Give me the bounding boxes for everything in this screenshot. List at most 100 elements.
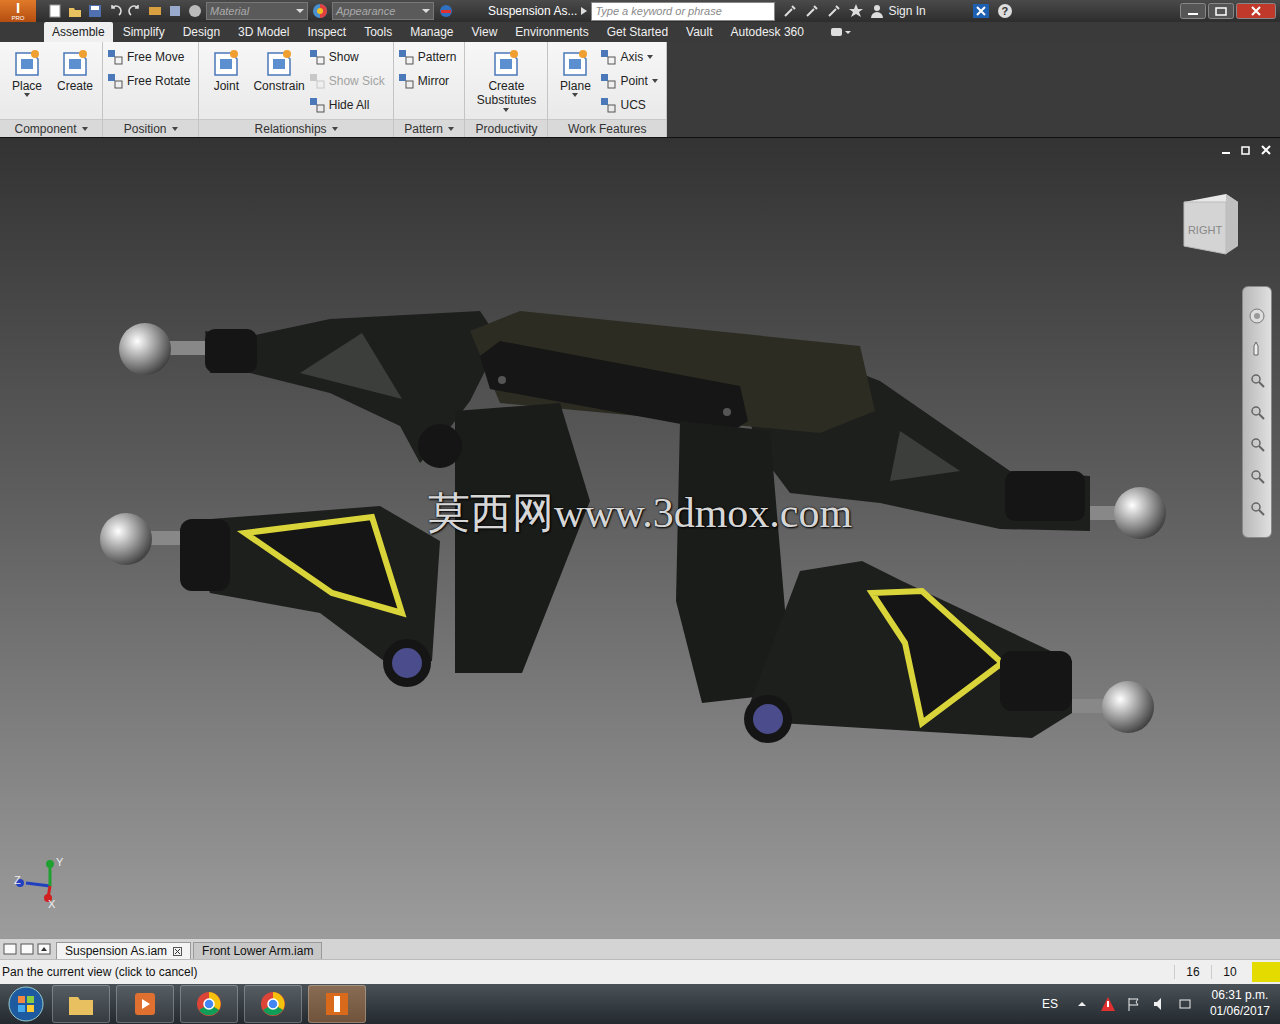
tool-label: Axis <box>620 50 643 64</box>
appearance-dropdown[interactable]: Appearance <box>332 2 434 20</box>
close-icon[interactable] <box>1236 3 1276 19</box>
small-tool-button[interactable]: Mirror <box>398 69 461 93</box>
nav-tool-icon[interactable] <box>1248 403 1266 421</box>
tab-tool-icon[interactable] <box>19 942 35 956</box>
small-tool-button[interactable]: Show Sick <box>309 69 389 93</box>
minimize-icon[interactable] <box>1220 144 1232 156</box>
taskbar-app[interactable] <box>52 985 110 1023</box>
panel-title[interactable]: Position <box>103 119 198 137</box>
start-icon[interactable] <box>6 984 46 1024</box>
panel-title[interactable]: Component <box>0 119 102 137</box>
tray-icon[interactable] <box>1074 996 1090 1012</box>
quick-tool-icon[interactable] <box>167 3 183 19</box>
clock[interactable]: 06:31 p.m. 01/06/2017 <box>1210 988 1270 1019</box>
panel-title[interactable]: Pattern <box>394 119 465 137</box>
tray-icon[interactable] <box>1100 996 1116 1012</box>
app-icon <box>194 989 224 1019</box>
minimize-icon[interactable] <box>1180 3 1206 19</box>
nav-tool-icon[interactable] <box>1248 435 1266 453</box>
large-tool-button[interactable]: Joint <box>203 45 249 95</box>
expand-arrow-icon[interactable] <box>580 6 588 16</box>
language-indicator[interactable]: ES <box>1042 997 1058 1011</box>
quick-tool-icon[interactable] <box>147 3 163 19</box>
quick-tool-icon[interactable] <box>187 3 203 19</box>
inventor-window: I PRO Material Appearance Suspension As.… <box>0 0 1280 1024</box>
tab-tool-icon[interactable] <box>36 942 52 956</box>
close-tab-icon[interactable] <box>173 947 182 956</box>
panel-title[interactable]: Work Features <box>548 119 665 137</box>
small-tool-button[interactable]: Hide All <box>309 93 389 117</box>
ribbon-tab[interactable]: 3D Model <box>230 22 297 42</box>
small-tool-button[interactable]: Point <box>600 69 661 93</box>
large-tool-button[interactable]: Constrain <box>251 45 306 95</box>
info-tool-icon[interactable] <box>826 3 842 19</box>
nav-tool-icon[interactable] <box>1248 307 1266 325</box>
panel-title[interactable]: Relationships <box>199 119 392 137</box>
ribbon-tab[interactable]: Simplify <box>115 22 173 42</box>
restore-icon[interactable] <box>1208 3 1234 19</box>
quick-tool-icon[interactable] <box>47 3 63 19</box>
ribbon-tab[interactable]: Autodesk 360 <box>723 22 812 42</box>
small-tool-button[interactable]: Axis <box>600 45 661 69</box>
quick-tool-icon[interactable] <box>107 3 123 19</box>
small-tool-button[interactable]: Show <box>309 45 389 69</box>
nav-tool-icon[interactable] <box>1248 339 1266 357</box>
small-tool-button[interactable]: Free Rotate <box>107 69 194 93</box>
small-tool-button[interactable]: Free Move <box>107 45 194 69</box>
sign-in-button[interactable]: Sign In <box>870 4 925 18</box>
ribbon-tab[interactable]: Inspect <box>299 22 354 42</box>
quick-tool-icon[interactable] <box>67 3 83 19</box>
clear-appearance-icon[interactable] <box>437 2 455 20</box>
help-button[interactable]: ? <box>996 2 1014 20</box>
ribbon-tab[interactable]: Get Started <box>599 22 676 42</box>
taskbar-app[interactable] <box>116 985 174 1023</box>
large-tool-button[interactable]: Plane <box>552 45 598 99</box>
nav-tool-icon[interactable] <box>1248 467 1266 485</box>
axis-label: X <box>48 898 56 910</box>
tab-tool-icon[interactable] <box>2 942 18 956</box>
tool-label: Show Sick <box>329 74 385 88</box>
document-tab[interactable]: Front Lower Arm.iam <box>193 942 322 959</box>
taskbar-app[interactable] <box>244 985 302 1023</box>
graphics-viewport[interactable]: 莫西网www.3dmox.com RIGHT ZYX <box>0 137 1280 938</box>
app-logo[interactable]: I PRO <box>0 0 36 22</box>
ribbon-options-icon[interactable] <box>830 26 852 38</box>
ribbon-tab[interactable]: Assemble <box>44 22 113 42</box>
large-tool-button[interactable]: Place <box>4 45 50 99</box>
suspension-model[interactable] <box>0 138 1280 938</box>
small-tool-button[interactable]: UCS <box>600 93 661 117</box>
document-tab[interactable]: Suspension As.iam <box>56 942 191 959</box>
status-count: 10 <box>1211 965 1248 979</box>
nav-tool-icon[interactable] <box>1248 371 1266 389</box>
info-tool-icon[interactable] <box>782 3 798 19</box>
ribbon-tab[interactable]: Manage <box>402 22 461 42</box>
tool-icon <box>600 97 616 113</box>
small-tool-button[interactable]: Pattern <box>398 45 461 69</box>
quick-tool-icon[interactable] <box>127 3 143 19</box>
large-tool-button[interactable]: Create Substitutes <box>469 45 543 114</box>
nav-tool-icon[interactable] <box>1248 499 1266 517</box>
ribbon-tab[interactable]: View <box>464 22 506 42</box>
material-dropdown[interactable]: Material <box>206 2 308 20</box>
restore-icon[interactable] <box>1240 144 1252 156</box>
search-field[interactable]: Type a keyword or phrase <box>591 2 775 21</box>
tray-icon[interactable] <box>1178 996 1194 1012</box>
exchange-apps-icon[interactable] <box>972 3 990 19</box>
large-tool-button[interactable]: Create <box>52 45 98 95</box>
info-tool-icon[interactable] <box>804 3 820 19</box>
ribbon-tab[interactable]: Design <box>175 22 228 42</box>
quick-tool-icon[interactable] <box>87 3 103 19</box>
appearance-icon[interactable] <box>311 2 329 20</box>
taskbar-app[interactable] <box>180 985 238 1023</box>
ribbon-tab[interactable]: Vault <box>678 22 720 42</box>
view-cube[interactable]: RIGHT <box>1176 188 1242 260</box>
close-icon[interactable] <box>1260 144 1272 156</box>
taskbar-app[interactable] <box>308 985 366 1023</box>
document-tab-label: Front Lower Arm.iam <box>202 944 313 958</box>
info-tool-icon[interactable] <box>848 3 864 19</box>
panel-title[interactable]: Productivity <box>465 119 547 137</box>
ribbon-tab[interactable]: Environments <box>507 22 596 42</box>
tray-icon[interactable] <box>1126 996 1142 1012</box>
ribbon-tab[interactable]: Tools <box>356 22 400 42</box>
tray-icon[interactable] <box>1152 996 1168 1012</box>
